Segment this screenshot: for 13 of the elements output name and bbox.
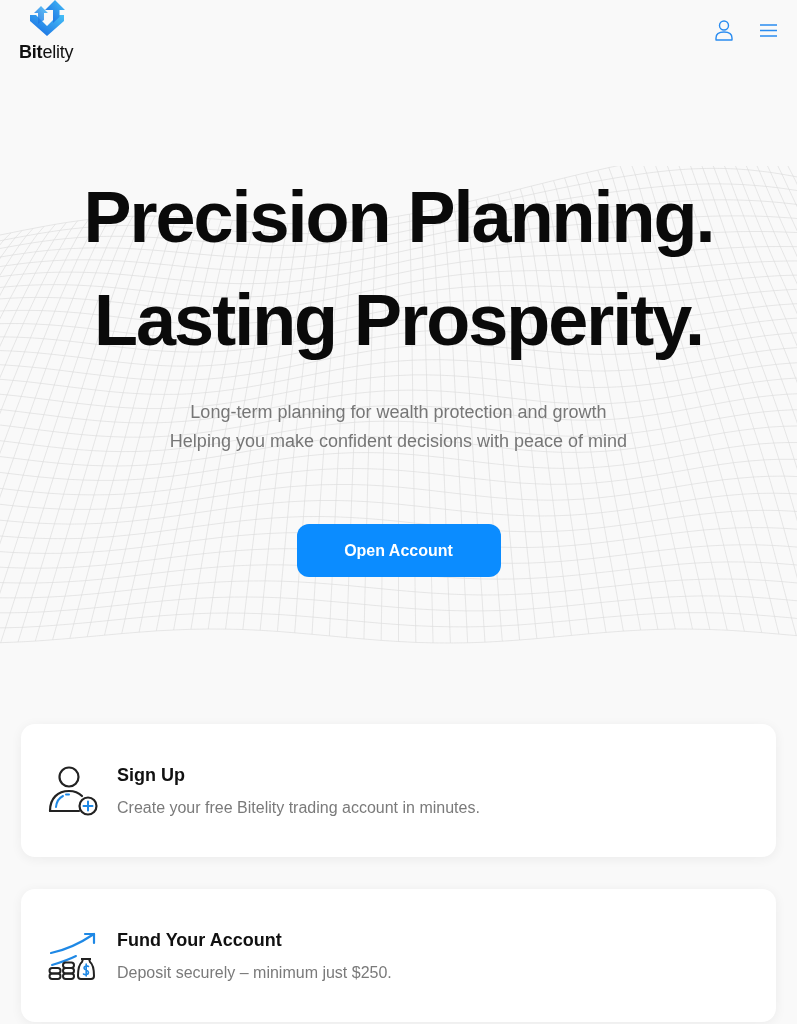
logo-icon <box>28 0 66 36</box>
coins-arrow-icon <box>48 930 98 981</box>
open-account-button[interactable]: Open Account <box>296 524 501 577</box>
step-description: Create your free Bitelity trading account in minutes. <box>117 797 480 818</box>
hero-subtitle: Long-term planning for wealth protection and growth Helping you make confident decisions with peace of mind <box>169 401 628 453</box>
step-title: Fund Your Account <box>117 928 283 952</box>
brand-name: Bitelity <box>19 42 74 62</box>
step-title: Sign Up <box>117 763 186 787</box>
user-icon[interactable] <box>715 20 733 41</box>
person-plus-icon <box>48 765 98 816</box>
menu-icon[interactable] <box>760 24 777 37</box>
step-description: Deposit securely – minimum just $250. <box>117 962 392 983</box>
hero-headline: Precision Planning. Lasting Prosperity. <box>83 176 714 362</box>
